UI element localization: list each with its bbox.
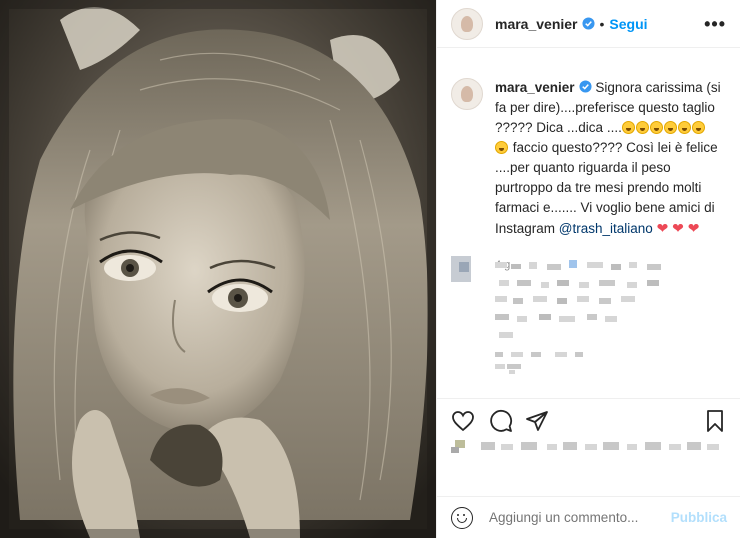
speech-bubble-icon (490, 410, 513, 432)
comment-box: Pubblica (437, 496, 740, 538)
instagram-post: mara_venier • Segui ••• mara_venier Sign… (0, 0, 740, 538)
red-hearts-emoji: ❤ ❤ ❤ (656, 220, 700, 236)
comment-button[interactable] (489, 409, 513, 433)
crying-laughing-emoji-icon (635, 121, 649, 134)
crying-laughing-emoji-icon (621, 121, 635, 134)
caption-username[interactable]: mara_venier (495, 80, 575, 95)
vintage-portrait-image (0, 0, 436, 538)
publish-button[interactable]: Pubblica (671, 510, 727, 525)
obscured-comments (451, 252, 731, 392)
verified-badge-icon (579, 80, 592, 93)
share-button[interactable] (525, 409, 549, 433)
like-button[interactable] (451, 409, 475, 433)
author-username[interactable]: mara_venier (495, 16, 578, 32)
comment-input[interactable] (489, 510, 671, 525)
post-side-panel: mara_venier • Segui ••• mara_venier Sign… (436, 0, 740, 538)
post-actions (437, 398, 740, 438)
author-avatar[interactable] (451, 7, 483, 40)
post-header: mara_venier • Segui ••• (437, 0, 740, 48)
crying-laughing-emoji-icon (691, 121, 705, 134)
paper-plane-icon (526, 411, 548, 431)
crying-laughing-emoji-icon (663, 121, 677, 134)
crying-laughing-emoji-icon (649, 121, 663, 134)
smiley-icon[interactable] (451, 506, 473, 529)
caption-avatar[interactable] (451, 78, 483, 110)
caption-mention-link[interactable]: @trash_italiano (559, 221, 653, 236)
crying-laughing-emoji-icon (677, 121, 691, 134)
heart-outline-icon (452, 411, 474, 432)
post-caption: mara_venier Signora carissima (si fa per… (437, 48, 740, 239)
crying-laughing-emoji-icon (495, 141, 508, 154)
more-options-icon[interactable]: ••• (704, 15, 726, 33)
follow-button[interactable]: Segui (609, 16, 647, 32)
obscured-likes (451, 438, 731, 458)
verified-badge-icon (581, 17, 595, 30)
bookmark-icon (707, 410, 723, 432)
post-photo[interactable] (0, 0, 436, 538)
caption-text: mara_venier Signora carissima (si fa per… (495, 78, 721, 239)
separator-dot: • (599, 15, 605, 32)
save-button[interactable] (703, 409, 727, 433)
